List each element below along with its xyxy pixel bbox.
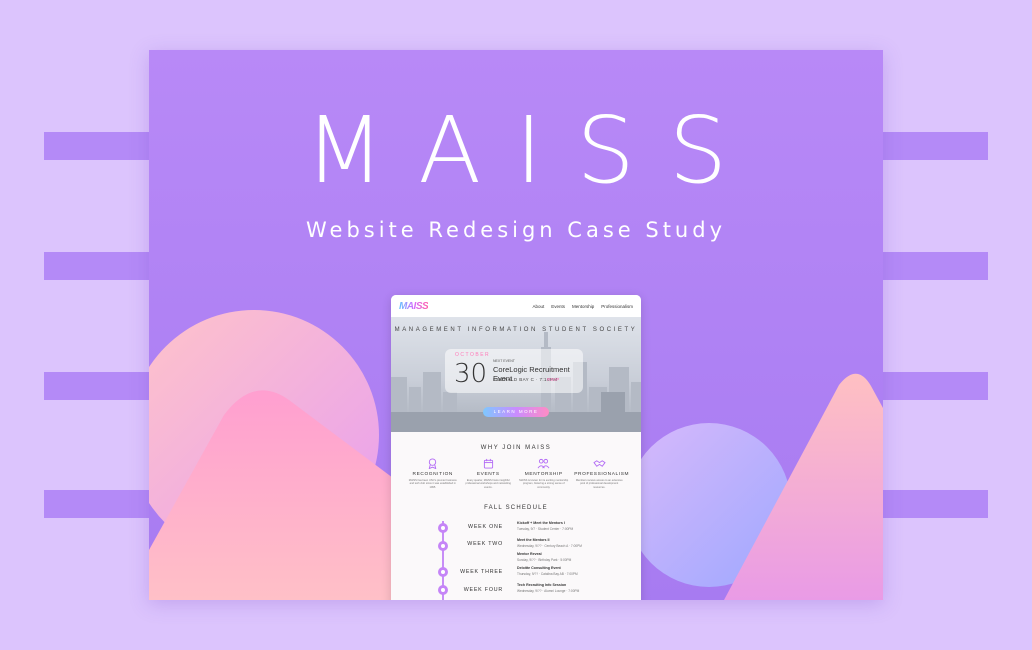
schedule-item-detail: Wednesday, 9/?? · Century Beach A · 7:00… <box>517 544 582 549</box>
feature-desc: Members receive access to an extensive p… <box>575 479 623 489</box>
schedule-item-title[interactable]: Meet the Mentors II <box>517 538 550 542</box>
decor-stripe <box>44 252 154 280</box>
people-icon <box>537 458 550 469</box>
schedule-item-title[interactable]: Deloitte Consulting Event <box>517 566 561 570</box>
feature-label: MENTORSHIP <box>524 472 563 477</box>
case-study-poster: MAISS Website Redesign Case Study MAISS … <box>149 50 883 600</box>
mock-hero: MANAGEMENT INFORMATION STUDENT SOCIETY O… <box>391 317 641 432</box>
week-label: WEEK ONE <box>468 524 503 531</box>
nav-link-professionalism[interactable]: Professionalism <box>601 304 633 309</box>
feature-desc: Every quarter, MAISS hosts insightful pr… <box>465 479 511 489</box>
feature-label: EVENTS <box>476 472 500 477</box>
feature-mentorship: MENTORSHIP MAISS is known for its exciti… <box>519 458 569 489</box>
decor-stripe <box>44 372 154 400</box>
learn-more-button[interactable]: LEARN MORE <box>483 407 549 417</box>
event-month: OCTOBER <box>455 352 491 358</box>
feature-desc: MAISS has been USC's premier business an… <box>408 479 457 489</box>
decor-stripe <box>878 132 988 160</box>
feature-desc: MAISS is known for its exciting mentorsh… <box>519 479 569 489</box>
decor-stripe <box>878 372 988 400</box>
fall-schedule-heading: FALL SCHEDULE <box>484 505 548 512</box>
schedule-item-title[interactable]: Mentor Reveal <box>517 552 542 556</box>
why-join-heading: WHY JOIN MAISS <box>480 445 552 451</box>
schedule-item-detail: Thursday, 9/?? · Catalina Bay AB · 7:00P… <box>517 572 578 577</box>
schedule-item-title[interactable]: Kickoff + Meet the Mentors I <box>517 521 565 525</box>
timeline-dot <box>438 541 448 552</box>
next-event-label: NEXT EVENT <box>493 359 515 363</box>
poster-subtitle: Website Redesign Case Study <box>306 218 726 242</box>
website-mockup: MAISS About Events Mentorship Profession… <box>391 295 641 600</box>
nav-link-events[interactable]: Events <box>551 304 565 309</box>
schedule-item-title[interactable]: Tech Recruiting Info Session <box>517 583 566 587</box>
feature-professionalism: PROFESSIONALISM Members receive access t… <box>574 458 630 489</box>
feature-list: RECOGNITION MAISS has been USC's premier… <box>405 458 630 489</box>
decor-stripe <box>878 252 988 280</box>
handshake-icon <box>593 460 606 467</box>
feature-label: PROFESSIONALISM <box>574 472 630 477</box>
schedule-timeline: WEEK ONE Kickoff + Meet the Mentors I Tu… <box>391 517 641 600</box>
poster-title: MAISS <box>304 97 762 204</box>
decor-stripe <box>878 490 988 518</box>
feature-label: RECOGNITION <box>412 472 453 477</box>
award-icon <box>428 458 437 469</box>
feature-events: EVENTS Every quarter, MAISS hosts insigh… <box>463 458 513 489</box>
feature-recognition: RECOGNITION MAISS has been USC's premier… <box>408 458 458 489</box>
week-label: WEEK TWO <box>467 541 503 548</box>
next-event-card[interactable]: OCTOBER 30 NEXT EVENT CoreLogic Recruitm… <box>445 349 583 393</box>
nav-link-about[interactable]: About <box>532 304 544 309</box>
schedule-item-detail: Wednesday, 9/?? · Alumni Lounge · 7:00PM <box>517 589 580 594</box>
rsvp-link[interactable]: RSVP <box>547 377 559 382</box>
week-label: WEEK THREE <box>460 569 503 576</box>
mock-navbar: MAISS About Events Mentorship Profession… <box>391 295 641 317</box>
calendar-icon <box>483 458 493 469</box>
schedule-item-detail: Tuesday, 9/7 · Student Center · 7:00PM <box>517 527 574 532</box>
timeline-dot <box>438 567 448 578</box>
event-day: 30 <box>454 359 488 389</box>
mock-logo[interactable]: MAISS <box>399 301 429 312</box>
week-label: WEEK FOUR <box>463 587 503 594</box>
society-name: MANAGEMENT INFORMATION STUDENT SOCIETY <box>394 327 638 333</box>
decor-stripe <box>44 490 154 518</box>
timeline-dot <box>438 585 448 596</box>
schedule-item-detail: Sunday, 9/?? · Birthday Park · 5:00PM <box>517 558 572 563</box>
decor-stripe <box>44 132 154 160</box>
timeline-dot <box>438 523 448 534</box>
nav-link-mentorship[interactable]: Mentorship <box>572 304 594 309</box>
